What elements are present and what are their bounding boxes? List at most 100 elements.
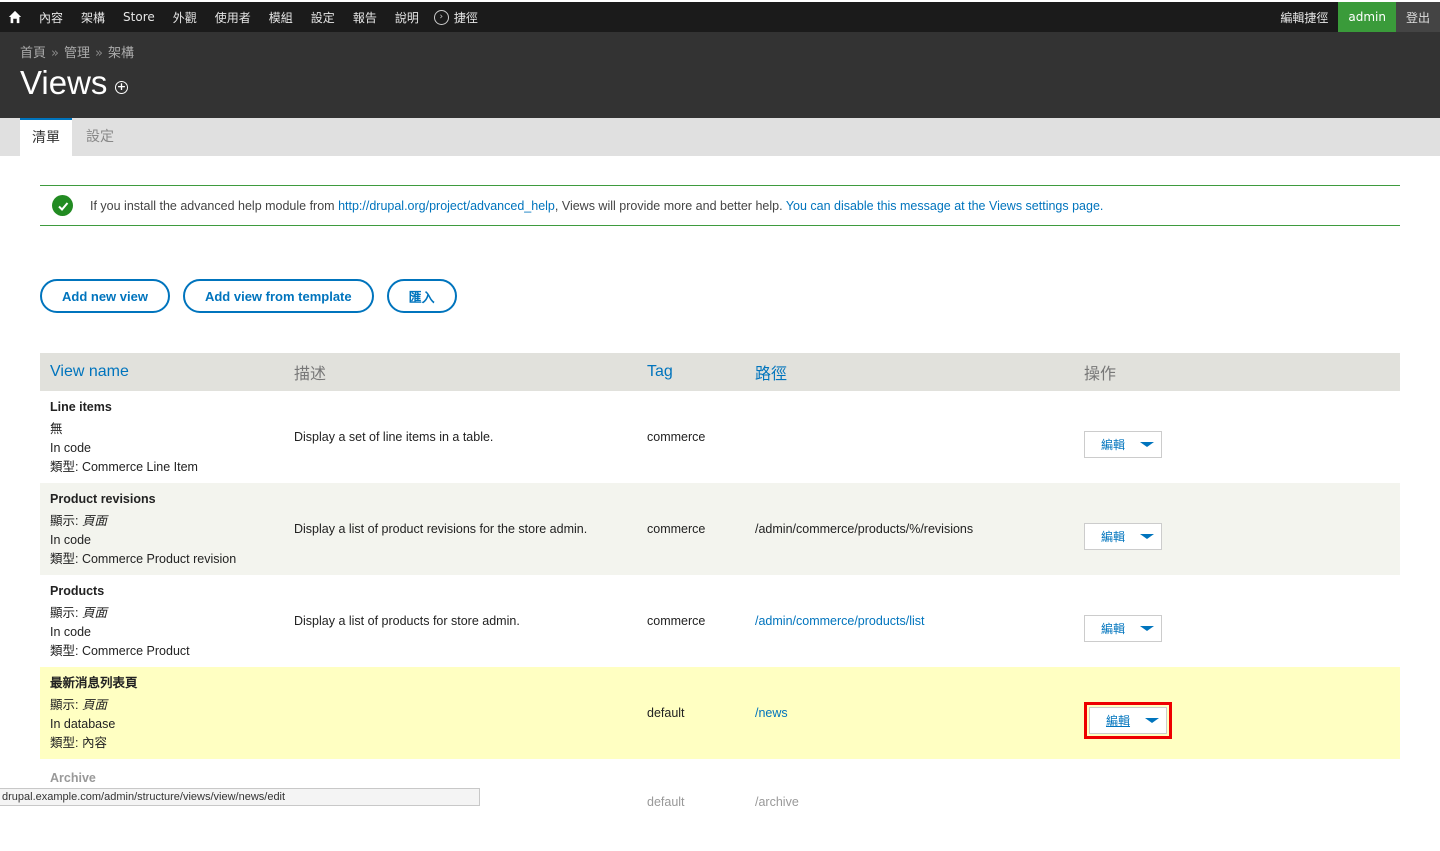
column-header-view-name[interactable]: View name (40, 353, 284, 391)
view-tag: commerce (637, 575, 745, 667)
column-header-path[interactable]: 路徑 (745, 353, 1074, 391)
view-name: Products (50, 583, 105, 598)
view-description: Display a list of products for store adm… (284, 575, 637, 667)
browser-status-bar: drupal.example.com/admin/structure/views… (0, 788, 480, 806)
breadcrumb-separator: » (95, 46, 103, 61)
breadcrumb-home[interactable]: 首頁 (20, 46, 46, 61)
view-description (284, 667, 637, 759)
edit-link[interactable]: 編輯 (1085, 528, 1133, 545)
primary-tabs: 清單 設定 (0, 118, 1440, 156)
toolbar-menu-appearance[interactable]: 外觀 (164, 9, 206, 26)
views-table: View name 描述 Tag 路徑 操作 Line items 無 In c… (40, 353, 1400, 851)
view-path-link[interactable]: /news (755, 706, 788, 720)
views-settings-link[interactable]: You can disable this message at the View… (786, 199, 1104, 213)
view-name: 最新消息列表頁 (50, 675, 138, 690)
add-shortcut-icon[interactable]: + (115, 81, 128, 94)
view-path: /news (745, 667, 1074, 759)
edit-shortcuts-link[interactable]: 編輯捷徑 (1270, 2, 1338, 32)
column-header-tag[interactable]: Tag (637, 353, 745, 391)
table-row: 最新消息列表頁 顯示: 頁面 In database 類型: 內容 defaul… (40, 667, 1400, 759)
toolbar-menu-configuration[interactable]: 設定 (302, 9, 344, 26)
tab-settings[interactable]: 設定 (74, 118, 126, 156)
view-display: 顯示: 頁面 (50, 513, 107, 528)
tab-list[interactable]: 清單 (20, 118, 72, 156)
table-row: Product revisions 顯示: 頁面 In code 類型: Com… (40, 483, 1400, 575)
edit-dropbutton[interactable]: 編輯 (1084, 430, 1163, 458)
user-account-link[interactable]: admin (1338, 2, 1396, 32)
toolbar-menu-structure[interactable]: 架構 (72, 9, 114, 26)
table-row: Products 顯示: 頁面 In code 類型: Commerce Pro… (40, 575, 1400, 667)
view-name: Archive (50, 771, 96, 785)
highlighted-edit-dropbutton: 編輯 (1084, 701, 1173, 739)
admin-toolbar: 內容 架構 Store 外觀 使用者 模組 設定 報告 說明 › 捷徑 編輯捷徑… (0, 2, 1440, 32)
view-path: /admin/commerce/products/%/revisions (745, 483, 1074, 575)
breadcrumb-structure[interactable]: 架構 (108, 46, 134, 61)
shortcuts-toggle[interactable]: › 捷徑 (428, 9, 478, 26)
column-header-operations: 操作 (1074, 353, 1400, 391)
add-new-view-button[interactable]: Add new view (40, 279, 170, 313)
chevron-down-icon[interactable] (1133, 432, 1161, 457)
view-description: Display a set of line items in a table. (284, 391, 637, 483)
breadcrumb-admin[interactable]: 管理 (64, 46, 90, 61)
chevron-down-icon[interactable] (1133, 524, 1161, 549)
edit-link[interactable]: 編輯 (1085, 436, 1133, 453)
import-button[interactable]: 匯入 (386, 279, 457, 313)
view-name: Product revisions (50, 491, 156, 506)
message-text: If you install the advanced help module … (90, 198, 1104, 213)
view-display: 無 (50, 421, 63, 436)
view-operations: 編輯 (1074, 575, 1400, 667)
page-title: Views (20, 64, 108, 101)
breadcrumb-separator: » (51, 46, 59, 61)
edit-dropbutton[interactable]: 編輯 (1084, 614, 1163, 642)
view-name-cell: Products 顯示: 頁面 In code 類型: Commerce Pro… (40, 575, 284, 667)
view-path-link[interactable]: /admin/commerce/products/list (755, 614, 925, 628)
shortcuts-label: 捷徑 (453, 10, 478, 25)
view-path (745, 391, 1074, 483)
view-name-cell: Product revisions 顯示: 頁面 In code 類型: Com… (40, 483, 284, 575)
view-path: /archive (745, 759, 1074, 851)
view-description: Display a list of product revisions for … (284, 483, 637, 575)
home-icon[interactable] (0, 2, 30, 32)
toolbar-menu: 內容 架構 Store 外觀 使用者 模組 設定 報告 說明 (30, 2, 428, 32)
toolbar-menu-people[interactable]: 使用者 (206, 9, 260, 26)
chevron-down-icon[interactable] (1133, 616, 1161, 641)
view-tag: default (637, 667, 745, 759)
status-message: If you install the advanced help module … (40, 185, 1400, 226)
add-view-from-template-button[interactable]: Add view from template (182, 279, 374, 313)
view-tag: default (637, 759, 745, 851)
edit-link[interactable]: 編輯 (1090, 712, 1138, 729)
view-name-cell: 最新消息列表頁 顯示: 頁面 In database 類型: 內容 (40, 667, 284, 759)
view-storage: In database (50, 716, 116, 731)
chevron-right-icon: › (433, 9, 449, 25)
chevron-down-icon[interactable] (1138, 708, 1166, 733)
view-storage: In code (50, 532, 92, 547)
view-display: 顯示: 頁面 (50, 605, 107, 620)
view-operations: 編輯 (1074, 483, 1400, 575)
toolbar-menu-help[interactable]: 說明 (386, 9, 428, 26)
page-header: 首頁 » 管理 » 架構 Views + (0, 32, 1440, 118)
view-type: 類型: Commerce Product (50, 643, 190, 658)
action-links: Add new view Add view from template 匯入 (40, 279, 457, 313)
logout-link[interactable]: 登出 (1395, 2, 1440, 32)
edit-dropbutton[interactable]: 編輯 (1089, 706, 1168, 734)
view-operations: 編輯 (1074, 391, 1400, 483)
advanced-help-link[interactable]: http://drupal.org/project/advanced_help (338, 199, 555, 213)
view-type: 類型: 內容 (50, 735, 107, 750)
column-header-description: 描述 (284, 353, 637, 391)
edit-link[interactable]: 編輯 (1085, 620, 1133, 637)
view-tag: commerce (637, 483, 745, 575)
view-type: 類型: Commerce Product revision (50, 551, 237, 566)
toolbar-menu-store[interactable]: Store (114, 10, 164, 24)
view-name-cell: Line items 無 In code 類型: Commerce Line I… (40, 391, 284, 483)
toolbar-menu-modules[interactable]: 模組 (260, 9, 302, 26)
view-storage: In code (50, 440, 92, 455)
view-path: /admin/commerce/products/list (745, 575, 1074, 667)
view-operations: 編輯 (1074, 667, 1400, 759)
table-row: Line items 無 In code 類型: Commerce Line I… (40, 391, 1400, 483)
breadcrumb: 首頁 » 管理 » 架構 (20, 42, 134, 61)
view-type: 類型: Commerce Line Item (50, 459, 198, 474)
toolbar-menu-content[interactable]: 內容 (30, 9, 72, 26)
edit-dropbutton[interactable]: 編輯 (1084, 522, 1163, 550)
toolbar-menu-reports[interactable]: 報告 (344, 9, 386, 26)
view-tag: commerce (637, 391, 745, 483)
